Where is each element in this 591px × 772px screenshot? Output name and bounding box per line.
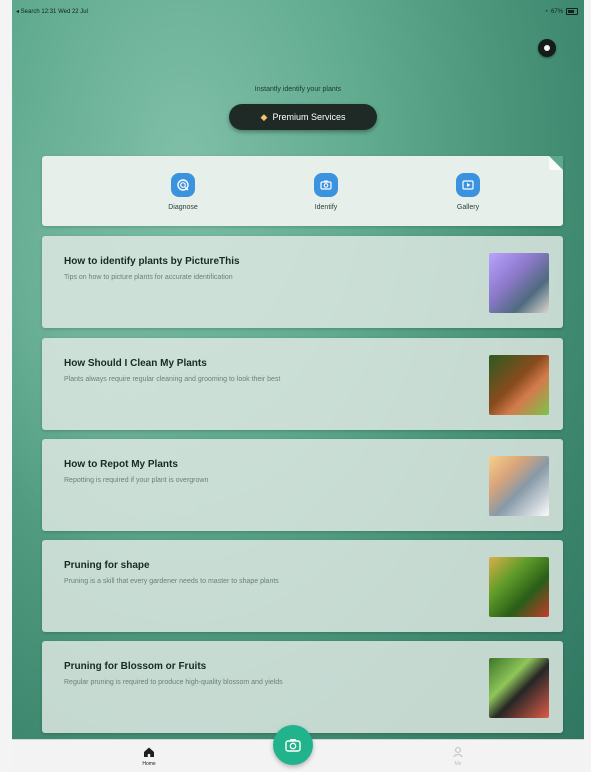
identify-label: Identify: [314, 204, 338, 211]
article-description: Repotting is required if your plant is o…: [64, 477, 209, 484]
tab-home-label: Home: [142, 761, 156, 767]
article-description: Tips on how to picture plants for accura…: [64, 274, 233, 281]
gallery-label: Gallery: [456, 204, 480, 211]
article-card[interactable]: Pruning for shape Pruning is a skill tha…: [42, 540, 563, 632]
article-card[interactable]: How Should I Clean My Plants Plants alwa…: [42, 338, 563, 430]
wifi-icon: ◔: [544, 8, 548, 15]
card-fold: [549, 156, 563, 170]
article-title: How to identify plants by PictureThis: [64, 256, 240, 267]
home-icon: [144, 747, 154, 757]
diagnose-button[interactable]: Diagnose: [143, 173, 223, 211]
app-screen: ◂ Search 12:31 Wed 22 Jul ◔ 67% Instantl…: [12, 0, 584, 771]
article-title: Pruning for shape: [64, 560, 150, 571]
article-title: How Should I Clean My Plants: [64, 358, 207, 369]
back-to-search-link[interactable]: ◂ Search: [16, 9, 40, 15]
article-description: Pruning is a skill that every gardener n…: [64, 578, 279, 585]
tagline: Instantly identify your plants: [254, 86, 342, 93]
article-description: Regular pruning is required to produce h…: [64, 679, 283, 686]
gem-icon: ◆: [260, 111, 268, 122]
camera-icon: [314, 173, 338, 197]
tab-me[interactable]: Me: [443, 746, 473, 767]
tab-me-label: Me: [454, 761, 462, 767]
article-card[interactable]: How to identify plants by PictureThis Ti…: [42, 236, 563, 328]
battery-percent: 67%: [550, 8, 563, 15]
camera-capture-button[interactable]: [273, 725, 313, 765]
gallery-button[interactable]: Gallery: [428, 173, 508, 211]
user-icon: [453, 747, 463, 758]
article-card[interactable]: How to Repot My Plants Repotting is requ…: [42, 439, 563, 531]
camera-icon: [285, 739, 301, 752]
status-right: ◔ 67%: [544, 8, 578, 15]
diagnose-label: Diagnose: [168, 204, 198, 211]
gallery-icon: [456, 173, 480, 197]
profile-icon[interactable]: [538, 39, 556, 57]
tab-home[interactable]: Home: [134, 746, 164, 767]
article-thumbnail: [489, 355, 549, 415]
article-thumbnail: [489, 658, 549, 718]
status-bar: ◂ Search 12:31 Wed 22 Jul ◔ 67%: [12, 0, 584, 22]
premium-label: Premium Services: [272, 112, 346, 122]
article-thumbnail: [489, 253, 549, 313]
premium-services-button[interactable]: ◆ Premium Services: [229, 104, 377, 130]
article-card[interactable]: Pruning for Blossom or Fruits Regular pr…: [42, 641, 563, 733]
article-thumbnail: [489, 456, 549, 516]
article-description: Plants always require regular cleaning a…: [64, 376, 281, 383]
article-title: How to Repot My Plants: [64, 459, 178, 470]
status-time: 12:31: [41, 9, 57, 15]
tools-card: Diagnose Identify Gallery: [42, 156, 563, 226]
status-date: Wed 22 Jul: [58, 9, 88, 15]
identify-button[interactable]: Identify: [286, 173, 366, 211]
status-left[interactable]: ◂ Search 12:31 Wed 22 Jul: [16, 8, 88, 15]
battery-icon: [566, 8, 578, 15]
article-title: Pruning for Blossom or Fruits: [64, 661, 207, 672]
diagnose-icon: [171, 173, 195, 197]
article-thumbnail: [489, 557, 549, 617]
